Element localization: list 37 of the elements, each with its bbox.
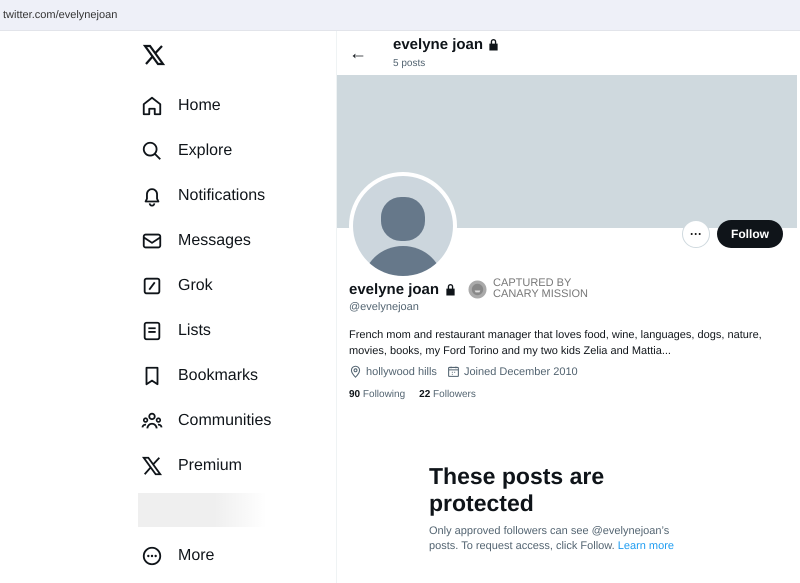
post-count: 5 posts [393, 58, 426, 68]
badge-icon [468, 280, 488, 298]
nav-link[interactable]: Lists [178, 322, 211, 340]
x-logo-icon[interactable] [142, 43, 166, 67]
lock-icon [488, 38, 500, 50]
home-icon [141, 94, 163, 116]
location-pin-icon [349, 365, 362, 378]
nav-link[interactable]: Premium [178, 456, 242, 474]
nav-link[interactable]: Home [178, 96, 221, 114]
followers-count[interactable]: 22 Followers [419, 389, 476, 400]
nav-link[interactable]: Explore [178, 142, 232, 160]
back-arrow[interactable]: ← [349, 42, 393, 64]
more-button[interactable]: ··· [682, 220, 710, 248]
address-bar[interactable]: twitter.com/evelynejoan [0, 0, 800, 31]
calendar-icon [446, 365, 460, 378]
nav-link[interactable]: Messages [178, 232, 251, 250]
more-icon [141, 544, 163, 566]
search-icon [141, 140, 163, 162]
badge-label: CAPTURED BY CANARY MISSION [493, 278, 588, 300]
nav-link[interactable]: Grok [178, 276, 213, 294]
nav-link[interactable]: Communities [178, 412, 272, 430]
joined-date: Joined December 2010 [464, 366, 578, 378]
nav-link[interactable]: Notifications [178, 186, 266, 204]
profile-name: evelyne joan [349, 280, 440, 298]
follow-button[interactable]: Follow [717, 220, 783, 248]
nav-link[interactable]: More [178, 546, 214, 564]
nav-link[interactable]: Bookmarks [178, 366, 258, 384]
profile-name: evelyne joan [393, 36, 484, 52]
protected-message: Only approved followers can see @evelynejoan’s posts. To request access, click Follow. Learn more [429, 524, 675, 554]
following-count[interactable]: 90 Following [349, 389, 406, 400]
location-text: hollywood hills [366, 366, 437, 378]
protected-heading: These posts are protected [429, 463, 606, 517]
profile-handle: @evelynejoan [349, 301, 420, 313]
list-icon [141, 320, 163, 342]
lock-icon [445, 282, 456, 296]
x-logo-icon [141, 454, 163, 476]
profile-bio: French mom and restaurant manager that loves food, wine, languages, dogs, nature, movies, books, my Ford Torino and my two kids Zelia and Mattia... [349, 328, 763, 359]
